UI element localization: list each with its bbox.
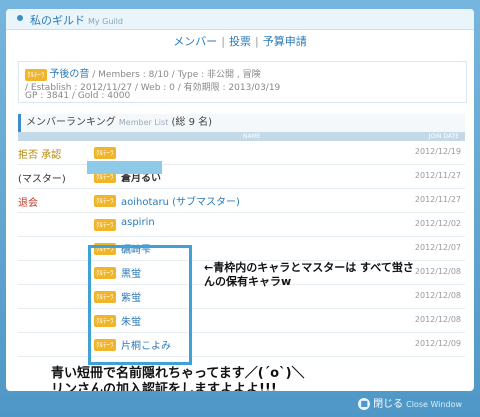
- table-row: ｸﾙﾃｰﾗ aspirin 2012/12/02: [18, 213, 465, 237]
- guild-stats: / Members : 8/10 / Type : 非公開 , 冒険: [92, 70, 261, 80]
- join-date: 2012/12/07: [414, 243, 461, 252]
- leave-link[interactable]: 退会: [18, 194, 38, 209]
- table-row: 退会 ｸﾙﾃｰﾗ aoihotaru (サブマスター) 2012/11/27: [18, 189, 465, 213]
- name-redaction-bar: [87, 161, 162, 174]
- member-name[interactable]: aoihotaru (サブマスター): [121, 193, 240, 208]
- table-row: (マスター) ｸﾙﾃｰﾗ 蒼月るい 2012/11/27: [18, 165, 465, 189]
- page-title: 私のギルド My Guild: [30, 14, 123, 27]
- class-badge: ｸﾙﾃｰﾗ: [94, 219, 116, 231]
- nav-budget[interactable]: 予算申請: [263, 35, 307, 48]
- highlight-box: [88, 245, 192, 365]
- table-row: ｸﾙﾃｰﾗ 朱蛍 2012/12/08: [18, 309, 465, 333]
- join-date: 2012/12/19: [414, 147, 461, 156]
- column-header: NAME JOIN DATE: [18, 132, 465, 141]
- ranking-header: メンバーランキング Member List (総 9 名): [18, 114, 465, 132]
- nav-members[interactable]: メンバー: [173, 35, 217, 48]
- join-date: 2012/12/08: [414, 267, 461, 276]
- close-icon: ■: [358, 398, 371, 410]
- guild-nav: メンバー | 投票 | 予算申請: [173, 35, 307, 48]
- guild-name: 予後の音: [49, 69, 90, 80]
- table-row: 拒否 承認 ｸﾙﾃｰﾗ 2012/12/19: [18, 141, 465, 165]
- join-date: 2012/11/27: [414, 195, 461, 204]
- nav-vote[interactable]: 投票: [229, 35, 251, 48]
- class-badge: ｸﾙﾃｰﾗ: [94, 195, 116, 207]
- role-label: (マスター): [18, 174, 66, 185]
- table-row: ｸﾙﾃｰﾗ 礪崎雫 2012/12/07: [18, 237, 465, 261]
- close-window-button[interactable]: ■ 閉じる Close Window: [358, 395, 462, 410]
- join-date: 2012/12/02: [414, 219, 461, 228]
- guild-gp-gold: GP : 3841 / Gold : 4000: [25, 91, 131, 101]
- join-date: 2012/12/08: [414, 291, 461, 300]
- table-row: ｸﾙﾃｰﾗ 片桐こよみ 2012/12/09: [18, 333, 465, 357]
- member-name[interactable]: aspirin: [121, 217, 155, 228]
- bullet-icon: [17, 15, 23, 21]
- join-date: 2012/12/08: [414, 315, 461, 324]
- join-date: 2012/12/09: [414, 339, 461, 348]
- approve-reject-actions[interactable]: 拒否 承認: [18, 146, 61, 161]
- annotation-arrow-note: ←青枠内のキャラとマスターは すべて蛍さんの保有キャラw: [204, 261, 414, 288]
- title-bar: 私のギルド My Guild: [6, 9, 474, 30]
- class-badge: ｸﾙﾃｰﾗ: [25, 68, 47, 81]
- guild-panel: 私のギルド My Guild メンバー | 投票 | 予算申請 ｸﾙﾃｰﾗ 予後の音 / …: [6, 9, 474, 391]
- class-badge: ｸﾙﾃｰﾗ: [94, 147, 116, 159]
- annotation-bottom-note: 青い短冊で名前隠れちゃってます／(´o`)＼ リンさんの加入認証をしますよよよ!!…: [51, 366, 305, 391]
- join-date: 2012/11/27: [414, 171, 461, 180]
- guild-info-box: ｸﾙﾃｰﾗ 予後の音 / Members : 8/10 / Type : 非公開…: [18, 61, 467, 103]
